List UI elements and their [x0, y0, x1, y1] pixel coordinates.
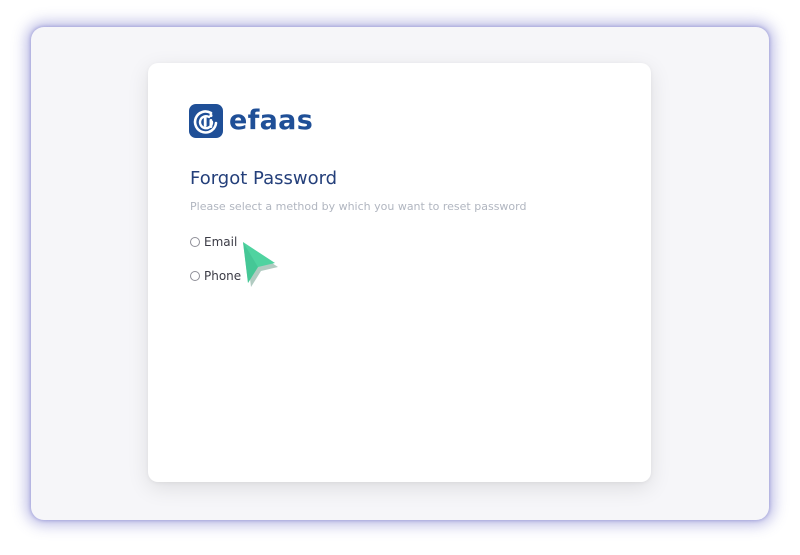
page-subtitle: Please select a method by which you want… — [190, 200, 527, 213]
page-title: Forgot Password — [190, 168, 338, 189]
efaas-logo: efaas — [189, 104, 313, 138]
phone-radio[interactable] — [190, 271, 200, 281]
reset-option-email[interactable]: Email — [190, 235, 237, 249]
reset-option-phone[interactable]: Phone — [190, 269, 241, 283]
mouse-pointer-icon — [243, 242, 278, 287]
efaas-logo-icon — [189, 104, 223, 138]
brand-name: efaas — [229, 105, 314, 136]
phone-option-label: Phone — [204, 269, 242, 283]
email-radio[interactable] — [190, 237, 200, 247]
email-option-label: Email — [204, 235, 238, 249]
